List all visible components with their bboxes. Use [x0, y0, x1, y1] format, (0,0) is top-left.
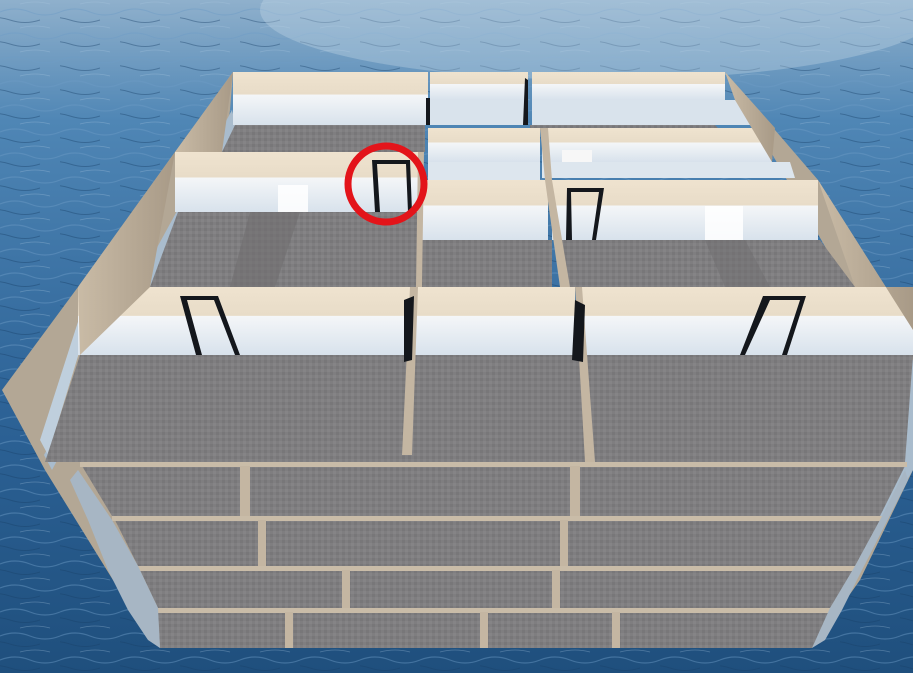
lower-floors [70, 462, 908, 648]
building-cutaway-view [0, 0, 913, 673]
